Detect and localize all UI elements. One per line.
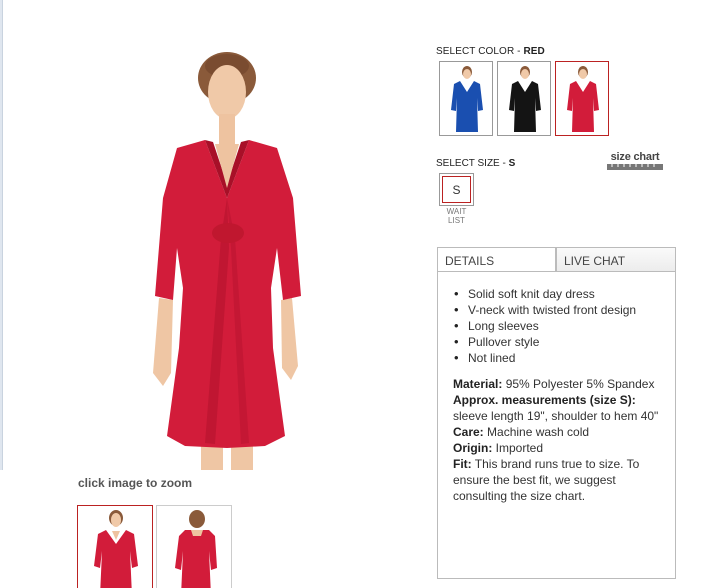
main-product-image[interactable] (145, 48, 315, 473)
size-chart-link[interactable]: size chart (607, 151, 663, 171)
care-info: Care: Machine wash cold (453, 425, 590, 439)
size-option-s[interactable]: S (439, 173, 474, 206)
list-item: Pullover style (454, 334, 660, 350)
thumbnail-front[interactable] (77, 505, 153, 588)
list-item: Long sleeves (454, 318, 660, 334)
tab-details[interactable]: DETAILS (437, 247, 556, 272)
ruler-icon (607, 164, 663, 170)
product-thumbnails (77, 505, 232, 588)
details-panel: Solid soft knit day dress V-neck with tw… (437, 271, 676, 579)
origin-info: Origin: Imported (453, 441, 544, 455)
selected-size: S (508, 158, 516, 169)
list-item: Solid soft knit day dress (454, 286, 660, 302)
size-option-label: S (442, 176, 471, 203)
select-color-label: SELECT COLOR - RED (436, 46, 545, 57)
color-swatch-red[interactable] (555, 61, 609, 136)
material-info: Material: 95% Polyester 5% Spandex (453, 377, 655, 391)
size-chart-label: size chart (610, 151, 660, 163)
color-swatch-black[interactable] (497, 61, 551, 136)
window-edge (0, 0, 3, 470)
product-info-tabs: DETAILS LIVE CHAT (437, 247, 676, 272)
select-size-label: SELECT SIZE - S (436, 158, 516, 169)
list-item: V-neck with twisted front design (454, 302, 660, 318)
color-swatch-blue[interactable] (439, 61, 493, 136)
wait-list-status: WAIT LIST (446, 207, 467, 225)
list-item: Not lined (454, 350, 660, 366)
zoom-hint: click image to zoom (78, 476, 193, 490)
color-swatches (439, 61, 609, 136)
feature-list: Solid soft knit day dress V-neck with tw… (453, 286, 660, 366)
thumbnail-back[interactable] (156, 505, 232, 588)
selected-color: RED (523, 46, 545, 57)
tab-live-chat[interactable]: LIVE CHAT (556, 247, 676, 272)
measurements-info: Approx. measurements (size S): sleeve le… (453, 393, 659, 423)
fit-info: Fit: This brand runs true to size. To en… (453, 457, 640, 503)
